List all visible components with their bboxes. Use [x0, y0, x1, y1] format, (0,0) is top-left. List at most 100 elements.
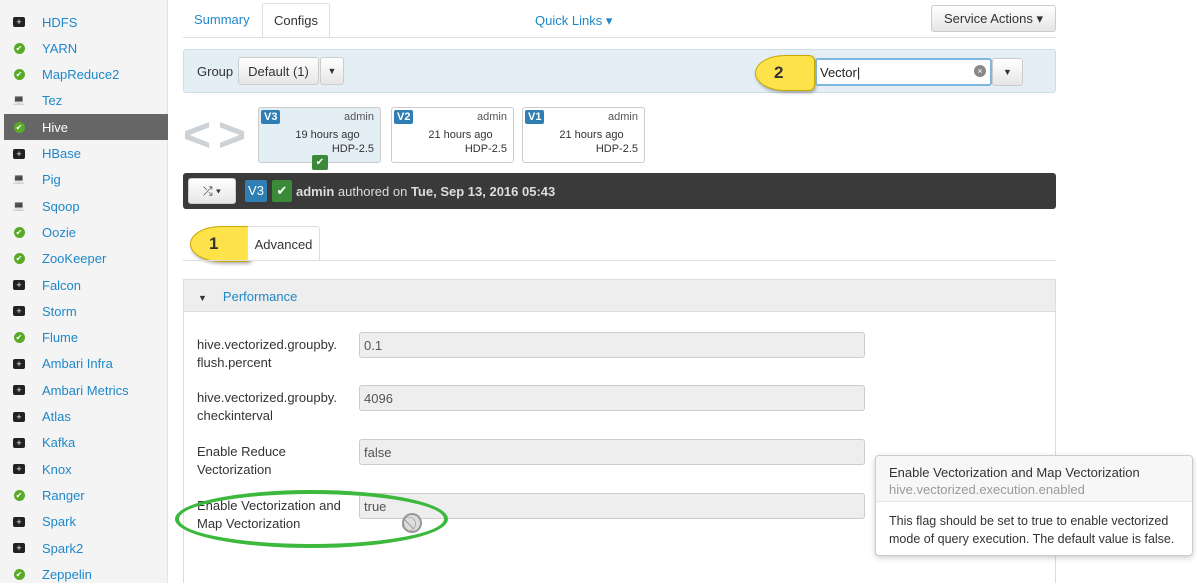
- tooltip-key: hive.vectorized.execution.enabled: [889, 482, 1085, 497]
- callout-2: 2: [755, 55, 815, 91]
- sidebar-item-label: YARN: [42, 40, 78, 56]
- version-badge: V2: [394, 110, 414, 124]
- service-actions-label: Service Actions: [943, 11, 1033, 26]
- authored-date: Tue, Sep 13, 2016 05:43: [410, 184, 556, 199]
- sidebar-item-sqoop[interactable]: 💻 Sqoop: [4, 193, 168, 219]
- search-filter-dropdown[interactable]: ▼: [992, 58, 1023, 86]
- briefcase-icon: +: [12, 280, 26, 290]
- version-stack: HDP-2.5: [595, 143, 638, 155]
- current-version-check-icon-bar: ✔: [272, 180, 292, 202]
- sidebar-item-ambari-infra[interactable]: + Ambari Infra: [4, 351, 168, 377]
- sidebar-item-pig[interactable]: 💻 Pig: [4, 167, 168, 193]
- sidebar-item-label: Atlas: [42, 409, 71, 424]
- version-stack: HDP-2.5: [464, 143, 507, 155]
- sidebar-item-label: Knox: [42, 461, 72, 477]
- sidebar-item-hive[interactable]: ✔ Hive: [4, 114, 168, 141]
- sidebar-item-label: Tez: [42, 93, 63, 109]
- version-time: 21 hours ago: [559, 129, 624, 141]
- version-author: admin: [608, 111, 638, 123]
- version-time: 21 hours ago: [428, 129, 493, 141]
- sidebar-item-mapreduce2[interactable]: ✔ MapReduce2: [4, 62, 168, 88]
- sidebar-item-label: Ranger: [42, 487, 85, 503]
- tab-summary[interactable]: Summary: [194, 12, 250, 27]
- property-input[interactable]: 0.1: [359, 332, 865, 358]
- sidebar-item-oozie[interactable]: ✔ Oozie: [4, 219, 168, 245]
- current-version-badge: V3: [245, 180, 267, 202]
- tab-advanced[interactable]: Advanced: [247, 226, 320, 261]
- property-label: Enable Reduce Vectorization: [197, 444, 286, 477]
- briefcase-icon: +: [12, 306, 26, 317]
- group-caret-button[interactable]: ▼: [320, 57, 344, 85]
- tab-configs[interactable]: Configs: [262, 3, 330, 38]
- sidebar-item-label: MapReduce2: [42, 67, 120, 83]
- service-actions-button[interactable]: Service Actions ▾: [931, 5, 1056, 32]
- property-input[interactable]: false: [359, 439, 865, 465]
- version-author: admin: [477, 111, 507, 123]
- sidebar-item-falcon[interactable]: + Falcon: [4, 272, 168, 298]
- sidebar-item-ranger[interactable]: ✔ Ranger: [4, 482, 168, 508]
- sidebar-item-storm[interactable]: + Storm: [4, 298, 168, 324]
- sidebar-item-yarn[interactable]: ✔ YARN: [4, 35, 168, 61]
- check-circle-icon: ✔: [12, 332, 26, 344]
- sidebar-item-spark2[interactable]: + Spark2: [4, 535, 168, 561]
- sidebar-item-hbase[interactable]: + HBase: [4, 141, 168, 167]
- briefcase-icon: +: [12, 17, 26, 27]
- tooltip: Enable Vectorization and Map Vectorizati…: [875, 455, 1193, 556]
- laptop-icon: 💻: [12, 200, 26, 212]
- author: admin: [296, 184, 335, 199]
- sidebar-item-spark[interactable]: + Spark: [4, 509, 168, 535]
- sidebar-item-ambari-metrics[interactable]: + Ambari Metrics: [4, 377, 168, 403]
- sidebar-item-label: Zeppelin: [42, 566, 92, 582]
- sidebar-item-atlas[interactable]: + Atlas: [4, 404, 168, 430]
- briefcase-icon: +: [12, 358, 26, 369]
- search-input[interactable]: Vector|: [815, 58, 992, 86]
- sidebar-item-hdfs[interactable]: + HDFS: [4, 9, 168, 35]
- tab-divider: [183, 37, 1056, 38]
- sidebar-item-zeppelin[interactable]: ✔ Zeppelin: [4, 561, 168, 587]
- version-stack: HDP-2.5: [331, 143, 374, 155]
- property-input[interactable]: 4096: [359, 385, 865, 411]
- version-author: admin: [344, 111, 374, 123]
- compare-versions-button[interactable]: ⤮ ▾: [188, 178, 236, 204]
- version-card-v1[interactable]: V1 admin 21 hours ago HDP-2.5: [522, 107, 645, 163]
- sidebar-item-label: Sqoop: [42, 198, 80, 214]
- quick-links-label: Quick Links: [535, 13, 603, 28]
- sidebar-item-label: Ambari Metrics: [42, 382, 129, 398]
- version-card-v2[interactable]: V2 admin 21 hours ago HDP-2.5: [391, 107, 514, 163]
- sidebar-item-label: Oozie: [42, 224, 76, 240]
- group-select-button[interactable]: Default (1): [238, 57, 319, 85]
- briefcase-icon: +: [12, 543, 26, 553]
- sidebar-item-label: Kafka: [42, 435, 76, 451]
- sidebar-item-knox[interactable]: + Knox: [4, 456, 168, 482]
- current-version-check-icon: ✔: [312, 155, 328, 170]
- sidebar-item-label: Falcon: [42, 277, 82, 293]
- caret-down-icon: ▼: [198, 293, 207, 303]
- briefcase-icon: +: [12, 411, 26, 422]
- sidebar-item-tez[interactable]: 💻 Tez: [4, 88, 168, 114]
- sidebar-item-label: Hive: [42, 119, 69, 135]
- sidebar-item-kafka[interactable]: + Kafka: [4, 430, 168, 456]
- section-title: Performance: [222, 289, 298, 304]
- clear-search-icon[interactable]: ×: [974, 65, 986, 77]
- search-value: Vector: [820, 65, 857, 80]
- briefcase-icon: +: [12, 464, 26, 475]
- briefcase-icon: +: [12, 437, 26, 448]
- sidebar-item-label: HBase: [42, 146, 82, 161]
- section-performance[interactable]: ▼ Performance: [183, 279, 1056, 312]
- check-circle-icon: ✔: [12, 489, 26, 501]
- sidebar: + HDFS ✔ YARN ✔ MapReduce2 💻 Tez ✔ Hive + HBase 💻 Pig…: [0, 0, 168, 583]
- check-circle-icon: ✔: [12, 226, 26, 238]
- sidebar-item-label: HDFS: [42, 14, 78, 30]
- sidebar-item-label: Spark: [42, 514, 76, 530]
- quick-links-dropdown[interactable]: Quick Links ▾: [535, 13, 612, 29]
- sidebar-item-zookeeper[interactable]: ✔ ZooKeeper: [4, 246, 168, 272]
- laptop-icon: 💻: [12, 95, 26, 107]
- check-circle-icon: ✔: [12, 253, 26, 265]
- sidebar-item-flume[interactable]: ✔ Flume: [4, 325, 168, 351]
- subtab-divider: [183, 260, 1056, 261]
- next-version-arrow[interactable]: >: [218, 112, 246, 160]
- sidebar-item-label: Ambari Infra: [42, 356, 113, 372]
- sidebar-item-label: Storm: [42, 303, 77, 319]
- group-label: Group: [197, 64, 234, 79]
- prev-version-arrow[interactable]: <: [183, 112, 211, 160]
